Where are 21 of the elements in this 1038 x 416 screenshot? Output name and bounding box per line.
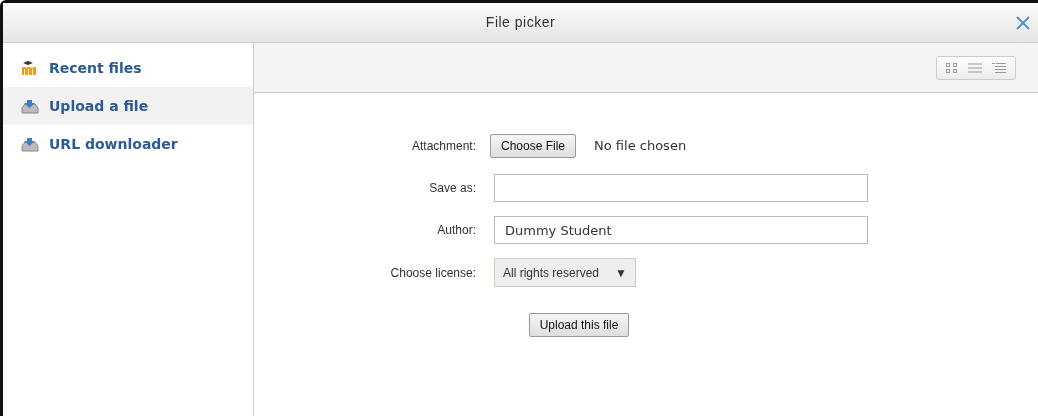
- text-input-field[interactable]: Dummy Student: [494, 216, 868, 244]
- sidebar-item[interactable]: Upload a file: [3, 87, 253, 125]
- choose-file-button[interactable]: Choose File: [490, 134, 577, 158]
- list-view-icon[interactable]: [967, 61, 983, 74]
- field-label: Author:: [436, 222, 476, 239]
- upload-button[interactable]: Upload this file: [528, 313, 630, 337]
- file-status-text: No file chosen: [594, 137, 687, 156]
- sidebar-item[interactable]: URL downloader: [3, 125, 253, 163]
- text-input-field[interactable]: [494, 174, 868, 202]
- field-label: Attachment:: [410, 138, 476, 155]
- upload-tray-icon: [21, 98, 39, 114]
- upload-tray-icon: [21, 136, 39, 152]
- tree-view-icon[interactable]: [991, 61, 1007, 74]
- mortarboard-m-icon: [21, 60, 39, 76]
- window-title: File picker: [485, 13, 556, 32]
- license-select[interactable]: All rights reserved ▼: [494, 258, 636, 287]
- field-label: Save as:: [428, 180, 476, 197]
- grid-view-icon[interactable]: [945, 61, 959, 74]
- field-label: Choose license:: [389, 264, 476, 282]
- close-icon[interactable]: [1016, 16, 1030, 30]
- sidebar-item[interactable]: Recent files: [3, 49, 253, 87]
